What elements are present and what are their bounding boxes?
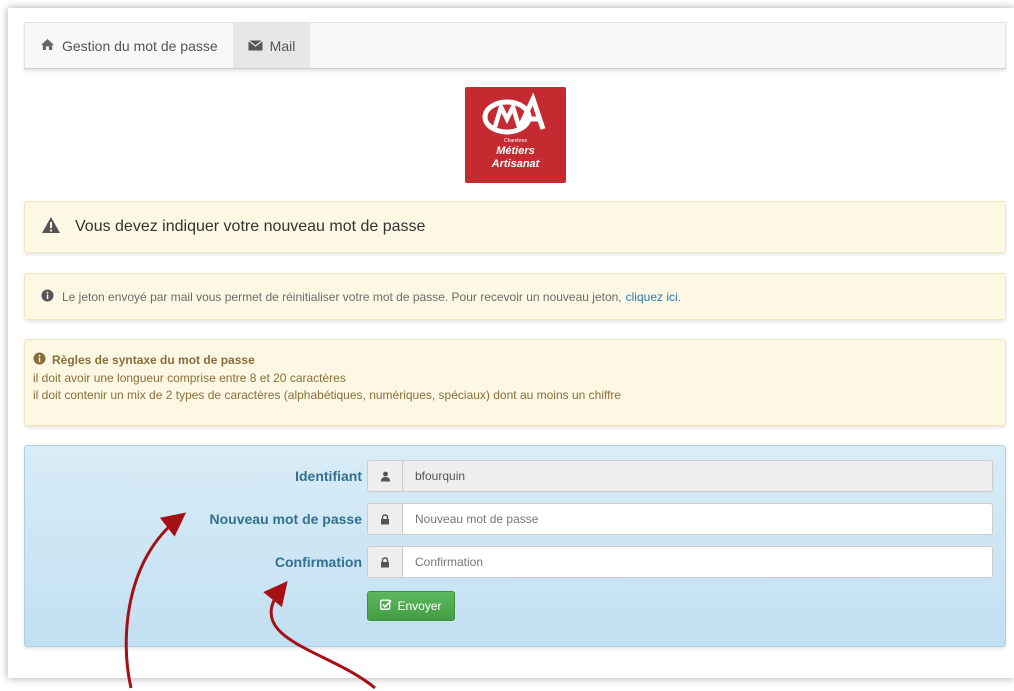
tab-label: Gestion du mot de passe <box>62 37 218 54</box>
confirmation-row: Confirmation <box>25 546 1005 578</box>
lock-icon <box>367 546 403 578</box>
token-info-alert: Le jeton envoyé par mail vous permet de … <box>24 273 1006 320</box>
cma-logo: Chambres Métiers Artisanat <box>465 87 566 183</box>
warning-alert: Vous devez indiquer votre nouveau mot de… <box>24 201 1006 253</box>
identifiant-field <box>403 460 993 492</box>
cma-logo-mark <box>482 93 545 135</box>
new-token-link[interactable]: cliquez ici. <box>626 290 681 304</box>
tab-label: Mail <box>269 37 296 54</box>
warning-icon <box>41 216 61 239</box>
tab-gestion-mot-de-passe[interactable]: Gestion du mot de passe <box>25 23 233 68</box>
logo-line2: Métiers <box>496 145 535 157</box>
token-info-text: Le jeton envoyé par mail vous permet de … <box>62 289 622 304</box>
envelope-icon <box>247 38 270 54</box>
submit-button[interactable]: Envoyer <box>367 591 455 621</box>
rules-title: Règles de syntaxe du mot de passe <box>52 353 255 367</box>
user-icon <box>367 460 403 492</box>
new-password-label: Nouveau mot de passe <box>209 511 363 527</box>
logo-line3: Artisanat <box>491 158 540 170</box>
password-rules-alert: Règles de syntaxe du mot de passe il doi… <box>24 339 1006 426</box>
top-nav: Gestion du mot de passe Mail <box>24 22 1006 69</box>
logo-line1: Chambres <box>503 138 528 144</box>
warning-text: Vous devez indiquer votre nouveau mot de… <box>75 218 426 235</box>
new-password-input[interactable] <box>403 503 993 535</box>
submit-label: Envoyer <box>397 599 442 613</box>
password-form: Identifiant Nouveau mot de passe Confirm… <box>24 445 1006 647</box>
confirmation-label: Confirmation <box>274 554 362 570</box>
info-icon <box>33 352 46 368</box>
confirmation-input[interactable] <box>403 546 993 578</box>
home-icon <box>40 38 62 54</box>
rules-line: il doit contenir un mix de 2 types de ca… <box>33 388 622 402</box>
check-square-icon <box>380 599 397 613</box>
new-password-group <box>367 503 993 535</box>
identifiant-label: Identifiant <box>295 468 362 484</box>
lock-icon <box>367 503 403 535</box>
new-password-row: Nouveau mot de passe <box>25 503 1005 535</box>
identifiant-group <box>367 460 993 492</box>
info-icon <box>41 289 54 305</box>
rules-line: il doit avoir une longueur comprise entr… <box>33 371 346 385</box>
tab-mail[interactable]: Mail <box>232 23 311 68</box>
confirmation-group <box>367 546 993 578</box>
identifiant-row: Identifiant <box>25 460 1005 492</box>
